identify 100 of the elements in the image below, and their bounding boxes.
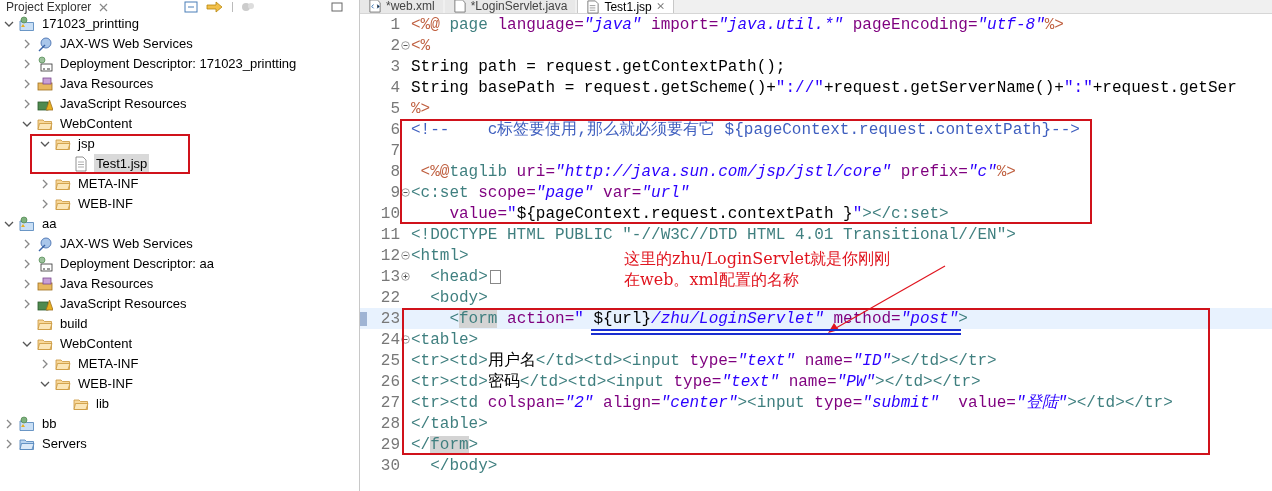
chevron-right-icon[interactable] xyxy=(40,199,50,209)
expand-icon[interactable] xyxy=(400,272,410,281)
code-line: <head> xyxy=(429,266,488,288)
package-icon xyxy=(37,276,53,292)
folder-icon xyxy=(73,396,89,412)
code-line: </body> xyxy=(429,455,498,477)
line-number: 8 xyxy=(389,161,400,183)
annotation-note: 这里的zhu/LoginServlet就是你刚刚 在web。xml配置的名称 xyxy=(624,248,891,290)
chevron-right-icon[interactable] xyxy=(4,419,14,429)
tree-item[interactable]: WEB-INF xyxy=(76,374,135,394)
package-icon xyxy=(37,76,53,92)
tree-item[interactable]: Java Resources xyxy=(58,74,156,94)
link-arrows-icon[interactable] xyxy=(206,1,224,13)
line-number: 6 xyxy=(389,119,400,141)
tree-item[interactable]: Test1.jsp xyxy=(94,154,150,174)
chevron-right-icon[interactable] xyxy=(22,299,32,309)
code-line: <tr><td>用户名</td><td><input type="text" name="ID"></td></tr> xyxy=(410,350,997,372)
line-number: 12 xyxy=(379,245,400,267)
code-line: <!DOCTYPE HTML PUBLIC "-//W3C//DTD HTML 4.01 Transitional//EN"> xyxy=(410,224,1016,246)
editor-tab[interactable]: *LoginServlet.java xyxy=(444,0,576,13)
code-line: <c:set scope="page" var="url" xyxy=(410,182,690,204)
minimize-icon[interactable] xyxy=(331,2,343,12)
line-number: 24 xyxy=(379,329,400,351)
collapse-icon[interactable] xyxy=(400,41,410,50)
tree-item[interactable]: META-INF xyxy=(76,354,141,374)
chevron-right-icon[interactable] xyxy=(40,359,50,369)
tree-item[interactable]: WEB-INF xyxy=(76,194,135,214)
folder-icon xyxy=(55,136,71,152)
line-number: 23 xyxy=(379,308,400,330)
tree-item[interactable]: JAX-WS Web Services xyxy=(58,234,195,254)
editor-tab[interactable]: *web.xml xyxy=(360,0,443,13)
folder-icon xyxy=(55,196,71,212)
folder-icon xyxy=(55,376,71,392)
tree-item[interactable]: WebContent xyxy=(58,334,135,354)
tree-item[interactable]: Deployment Descriptor: 171023_printting xyxy=(58,54,299,74)
tree-item[interactable]: Java Resources xyxy=(58,274,156,294)
chevron-right-icon[interactable] xyxy=(22,279,32,289)
descriptor-icon xyxy=(37,56,53,72)
tree-item[interactable]: lib xyxy=(94,394,111,414)
code-line: <html> xyxy=(410,245,469,267)
line-number: 22 xyxy=(379,287,400,309)
code-line: <% xyxy=(410,35,431,57)
chevron-right-icon[interactable] xyxy=(22,99,32,109)
chevron-right-icon[interactable] xyxy=(22,79,32,89)
line-number: 1 xyxy=(389,14,400,36)
folder-icon xyxy=(55,176,71,192)
project-icon xyxy=(19,16,35,32)
project-icon xyxy=(19,216,35,232)
chevron-right-icon[interactable] xyxy=(22,259,32,269)
collapse-icon[interactable] xyxy=(400,251,410,260)
tree-item[interactable]: Deployment Descriptor: aa xyxy=(58,254,216,274)
code-line: %> xyxy=(410,98,431,120)
tree-item[interactable]: jsp xyxy=(76,134,97,154)
line-number: 3 xyxy=(389,56,400,78)
tree-item[interactable]: Servers xyxy=(40,434,89,454)
line-number: 10 xyxy=(379,203,400,225)
chevron-right-icon[interactable] xyxy=(4,439,14,449)
code-line: <table> xyxy=(410,329,479,351)
folder-icon xyxy=(19,436,35,452)
project-icon xyxy=(19,416,35,432)
chevron-right-icon[interactable] xyxy=(40,179,50,189)
folder-icon xyxy=(37,316,53,332)
code-line: <body> xyxy=(429,287,488,309)
chevron-down-icon[interactable] xyxy=(4,219,14,229)
line-number: 2 xyxy=(389,35,400,57)
panel-title: Project Explorer xyxy=(6,1,92,13)
line-number: 30 xyxy=(379,455,400,477)
tree-item[interactable]: WebContent xyxy=(58,114,135,134)
close-tab-button[interactable]: ⨯ xyxy=(655,1,665,12)
chevron-right-icon[interactable] xyxy=(22,39,32,49)
chevron-down-icon[interactable] xyxy=(4,19,14,29)
code-line: <tr><td colspan="2" align="center"><input type="submit" value="登陆"></td></tr> xyxy=(410,392,1173,414)
tree-item[interactable]: JAX-WS Web Services xyxy=(58,34,195,54)
tree-item[interactable]: aa xyxy=(40,214,59,234)
folder-icon xyxy=(37,336,53,352)
close-icon[interactable] xyxy=(99,2,109,12)
folded-code-icon[interactable] xyxy=(489,269,501,284)
tree-item[interactable]: JavaScript Resources xyxy=(58,94,189,114)
code-line: <tr><td>密码</td><td><input type="text" name="PW"></td></tr> xyxy=(410,371,981,393)
tree-item[interactable]: 171023_printting xyxy=(40,14,141,34)
tree-item[interactable]: JavaScript Resources xyxy=(58,294,189,314)
line-number: 9 xyxy=(389,182,400,204)
chevron-down-icon[interactable] xyxy=(40,379,50,389)
collapse-all-icon[interactable] xyxy=(184,1,198,13)
chevron-right-icon[interactable] xyxy=(22,59,32,69)
line-number: 13 xyxy=(379,266,400,288)
editor-tab[interactable]: Test1.jsp ⨯ xyxy=(577,0,674,13)
line-number: 26 xyxy=(379,371,400,393)
chevron-down-icon[interactable] xyxy=(22,119,32,129)
tree-item[interactable]: bb xyxy=(40,414,59,434)
chevron-right-icon[interactable] xyxy=(22,239,32,249)
line-number: 25 xyxy=(379,350,400,372)
collapse-icon[interactable] xyxy=(400,188,410,197)
code-line: <%@ page language="java" import="java.util.*" pageEncoding="utf-8"%> xyxy=(410,14,1064,36)
tree-item[interactable]: build xyxy=(58,314,90,334)
chevron-down-icon[interactable] xyxy=(22,339,32,349)
tree-item[interactable]: META-INF xyxy=(76,174,141,194)
chevron-down-icon[interactable] xyxy=(40,139,50,149)
collapse-icon[interactable] xyxy=(400,335,410,344)
code-line: </table> xyxy=(410,413,488,435)
